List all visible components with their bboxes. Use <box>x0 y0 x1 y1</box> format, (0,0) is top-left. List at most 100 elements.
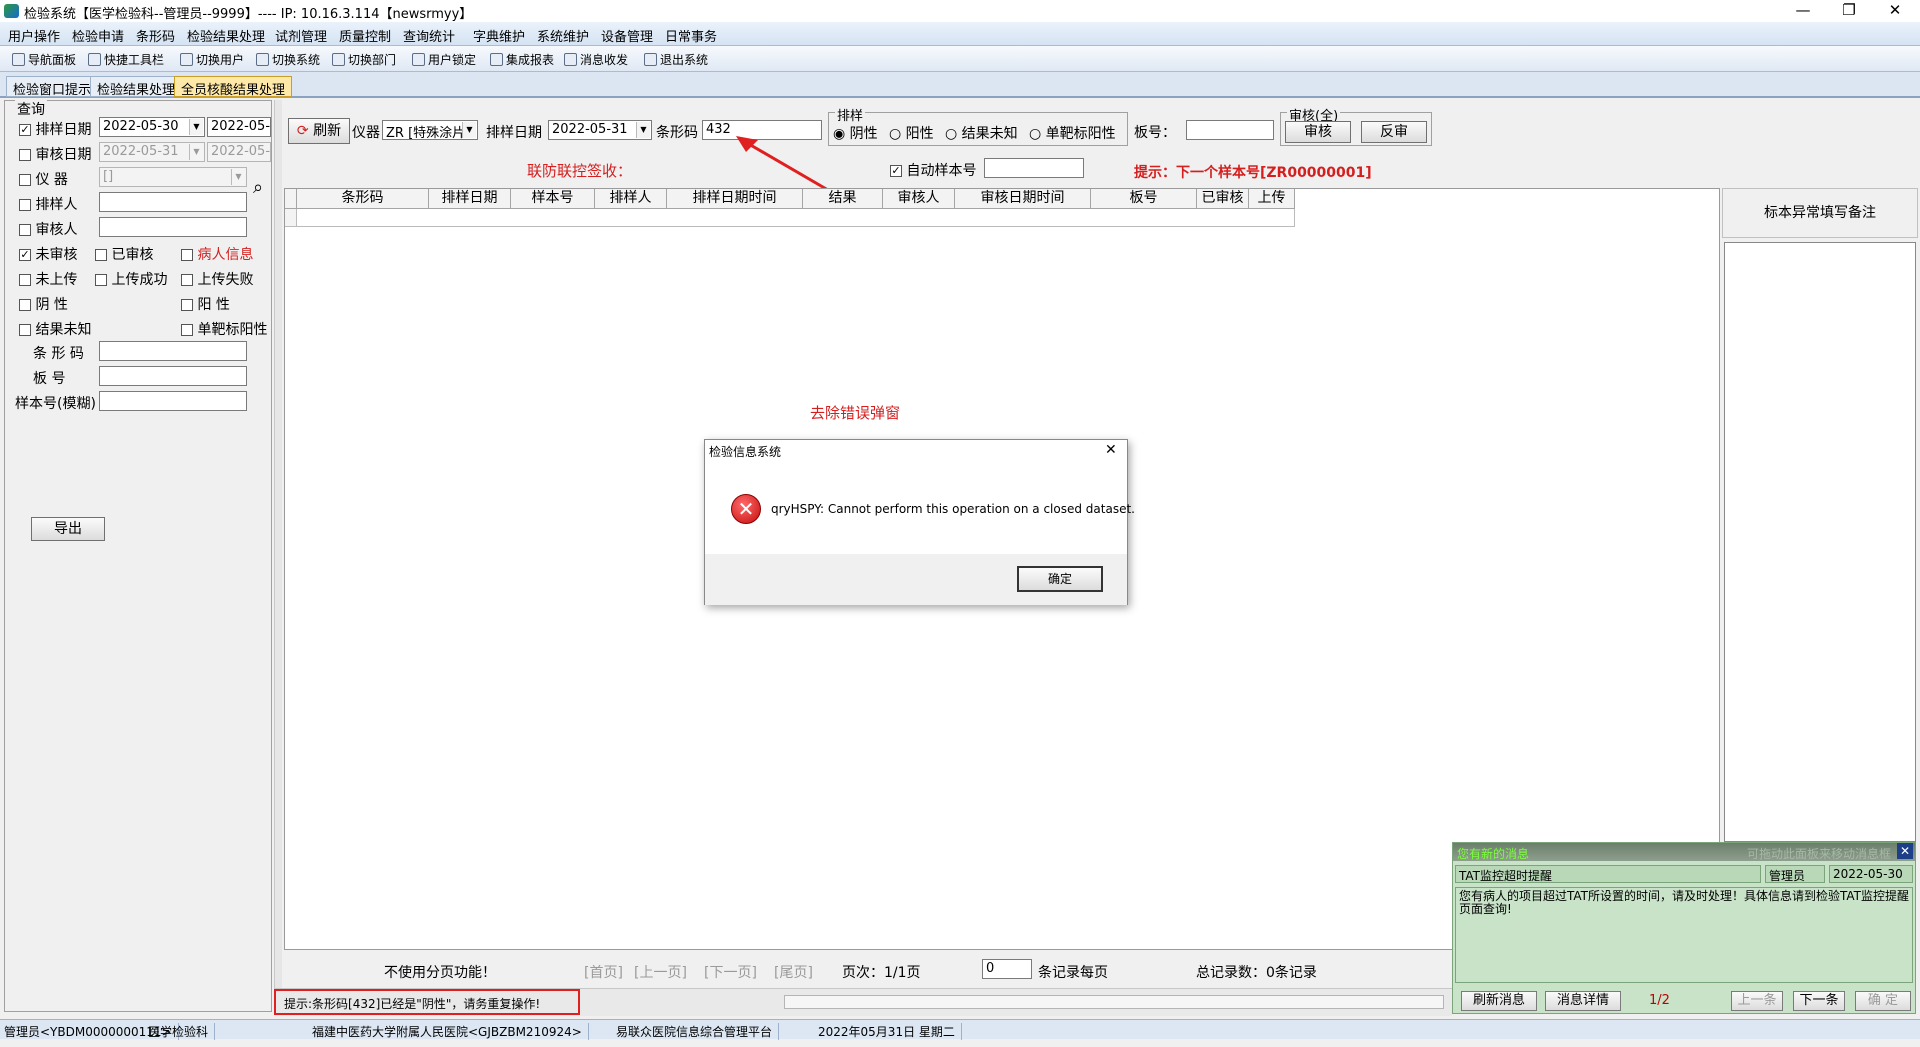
sampler-input[interactable] <box>99 192 247 212</box>
audited-checkbox[interactable] <box>95 249 107 261</box>
prev-page-link[interactable]: [上一页] <box>634 962 687 982</box>
sample-date-from[interactable]: 2022-05-30 ▼ <box>99 117 205 137</box>
per-page-input[interactable]: 0 <box>982 959 1032 979</box>
first-page-link[interactable]: [首页] <box>584 962 623 982</box>
positive-checkbox[interactable] <box>181 299 193 311</box>
single-target-checkbox[interactable] <box>181 324 193 336</box>
menu-barcode[interactable]: 条形码 <box>136 26 175 45</box>
menu-quality-control[interactable]: 质量控制 <box>339 26 391 45</box>
unknown-checkbox[interactable] <box>19 324 31 336</box>
auditor-checkbox[interactable] <box>19 224 31 236</box>
message-detail-button[interactable]: 消息详情 <box>1545 991 1621 1011</box>
positive-radio[interactable]: ○ 阳性 <box>889 123 934 143</box>
not-uploaded-checkbox[interactable] <box>19 274 31 286</box>
sample-date-to[interactable]: 2022-05-31 <box>207 117 271 137</box>
query-group-title: 查询 <box>15 99 47 119</box>
col-plate[interactable]: 板号 <box>1091 189 1197 209</box>
plate-filter-input[interactable] <box>99 366 247 386</box>
minimize-button[interactable]: — <box>1780 0 1826 22</box>
sampler-checkbox[interactable] <box>19 199 31 211</box>
plate-label: 板 号 <box>33 371 66 387</box>
menu-device[interactable]: 设备管理 <box>601 26 653 45</box>
instrument-select[interactable]: [] ▼ <box>99 167 247 187</box>
message-title-bar[interactable]: 您有新的消息 可拖动此面板来移动消息框 ✕ <box>1453 843 1915 861</box>
maximize-button[interactable]: ❐ <box>1826 0 1872 22</box>
dialog-close-button[interactable]: ✕ <box>1105 442 1117 458</box>
last-page-link[interactable]: [尾页] <box>774 962 813 982</box>
menu-dictionary[interactable]: 字典维护 <box>473 26 525 45</box>
menu-system[interactable]: 系统维护 <box>537 26 589 45</box>
drag-hint: 可拖动此面板来移动消息框 <box>1747 847 1892 861</box>
dialog-title: 检验信息系统 <box>709 445 782 459</box>
sample-no-input[interactable] <box>99 391 247 411</box>
report-button[interactable]: 集成报表 <box>490 51 554 68</box>
close-button[interactable]: ✕ <box>1872 0 1918 22</box>
quick-toolbar-button[interactable]: 快捷工具栏 <box>88 51 164 68</box>
audit-date-to[interactable]: 2022-05-31 <box>207 142 271 162</box>
col-sampler[interactable]: 排样人 <box>595 189 667 209</box>
col-sample-date[interactable]: 排样日期 <box>429 189 511 209</box>
upload-fail-checkbox[interactable] <box>181 274 193 286</box>
menu-reagent[interactable]: 试剂管理 <box>275 26 327 45</box>
user-lock-button[interactable]: 用户锁定 <box>412 51 476 68</box>
switch-user-button[interactable]: 切换用户 <box>180 51 244 68</box>
message-panel: 您有新的消息 可拖动此面板来移动消息框 ✕ TAT监控超时提醒 管理员 2022… <box>1452 842 1916 1014</box>
col-audited[interactable]: 已审核 <box>1197 189 1249 209</box>
menu-daily[interactable]: 日常事务 <box>665 26 717 45</box>
col-upload[interactable]: 上传 <box>1249 189 1295 209</box>
remark-textarea[interactable] <box>1724 242 1916 842</box>
switch-dept-button[interactable]: 切换部门 <box>332 51 396 68</box>
col-sample-no[interactable]: 样本号 <box>511 189 595 209</box>
col-result[interactable]: 结果 <box>803 189 883 209</box>
dialog-ok-button[interactable]: 确定 <box>1017 566 1103 592</box>
audit-button[interactable]: 审核 <box>1285 121 1351 143</box>
unknown-radio[interactable]: ○ 结果未知 <box>945 123 1018 143</box>
export-button[interactable]: 导出 <box>31 517 105 541</box>
prev-message-button[interactable]: 上一条 <box>1731 991 1783 1011</box>
exit-button[interactable]: 退出系统 <box>644 51 708 68</box>
col-sample-datetime[interactable]: 排样日期时间 <box>667 189 803 209</box>
menu-result-processing[interactable]: 检验结果处理 <box>187 26 265 45</box>
message-ok-button[interactable]: 确 定 <box>1855 991 1911 1011</box>
negative-checkbox[interactable] <box>19 299 31 311</box>
panel-splitter[interactable] <box>274 100 282 1012</box>
auditor-input[interactable] <box>99 217 247 237</box>
top-date-input[interactable]: 2022-05-31 ▼ <box>548 120 652 140</box>
audit-date-from[interactable]: 2022-05-31 ▼ <box>99 142 205 162</box>
sample-date-checkbox[interactable]: ✓ <box>19 124 31 136</box>
refresh-message-button[interactable]: 刷新消息 <box>1461 991 1537 1011</box>
auto-sample-input[interactable] <box>984 158 1084 178</box>
tab-nucleic-acid[interactable]: 全员核酸结果处理 <box>174 76 293 98</box>
message-close-icon[interactable]: ✕ <box>1897 843 1913 859</box>
menu-query-stats[interactable]: 查询统计 <box>403 26 455 45</box>
row-indicator[interactable] <box>285 209 297 227</box>
patient-info-checkbox[interactable] <box>181 249 193 261</box>
tab-window-hint[interactable]: 检验窗口提示 <box>6 76 99 98</box>
audit-date-checkbox[interactable] <box>19 149 31 161</box>
col-auditor[interactable]: 审核人 <box>883 189 955 209</box>
unaudited-checkbox[interactable]: ✓ <box>19 249 31 261</box>
top-instrument-select[interactable]: ZR [特殊涂片 ▼ <box>382 120 478 140</box>
negative-radio[interactable]: ◉ 阴性 <box>833 123 878 143</box>
next-message-button[interactable]: 下一条 <box>1793 991 1845 1011</box>
dropdown-icon: ▼ <box>189 144 203 160</box>
table-row[interactable] <box>297 209 1295 227</box>
plate-no-input[interactable] <box>1186 120 1274 140</box>
refresh-button[interactable]: ⟳ 刷新 <box>288 118 350 144</box>
barcode-filter-input[interactable] <box>99 341 247 361</box>
instrument-checkbox[interactable] <box>19 174 31 186</box>
nav-panel-button[interactable]: 导航面板 <box>12 51 76 68</box>
search-icon[interactable]: ⌕ <box>253 177 263 198</box>
tab-result-processing[interactable]: 检验结果处理 <box>90 76 183 98</box>
menu-test-request[interactable]: 检验申请 <box>72 26 124 45</box>
switch-system-button[interactable]: 切换系统 <box>256 51 320 68</box>
col-audit-datetime[interactable]: 审核日期时间 <box>955 189 1091 209</box>
next-page-link[interactable]: [下一页] <box>704 962 757 982</box>
unaudit-button[interactable]: 反审 <box>1361 121 1427 143</box>
single-target-radio[interactable]: ○ 单靶标阳性 <box>1029 123 1116 143</box>
message-button[interactable]: 消息收发 <box>564 51 628 68</box>
menu-user-ops[interactable]: 用户操作 <box>8 26 60 45</box>
auto-sample-checkbox[interactable]: ✓ <box>890 165 902 177</box>
upload-ok-checkbox[interactable] <box>95 274 107 286</box>
col-barcode[interactable]: 条形码 <box>297 189 429 209</box>
